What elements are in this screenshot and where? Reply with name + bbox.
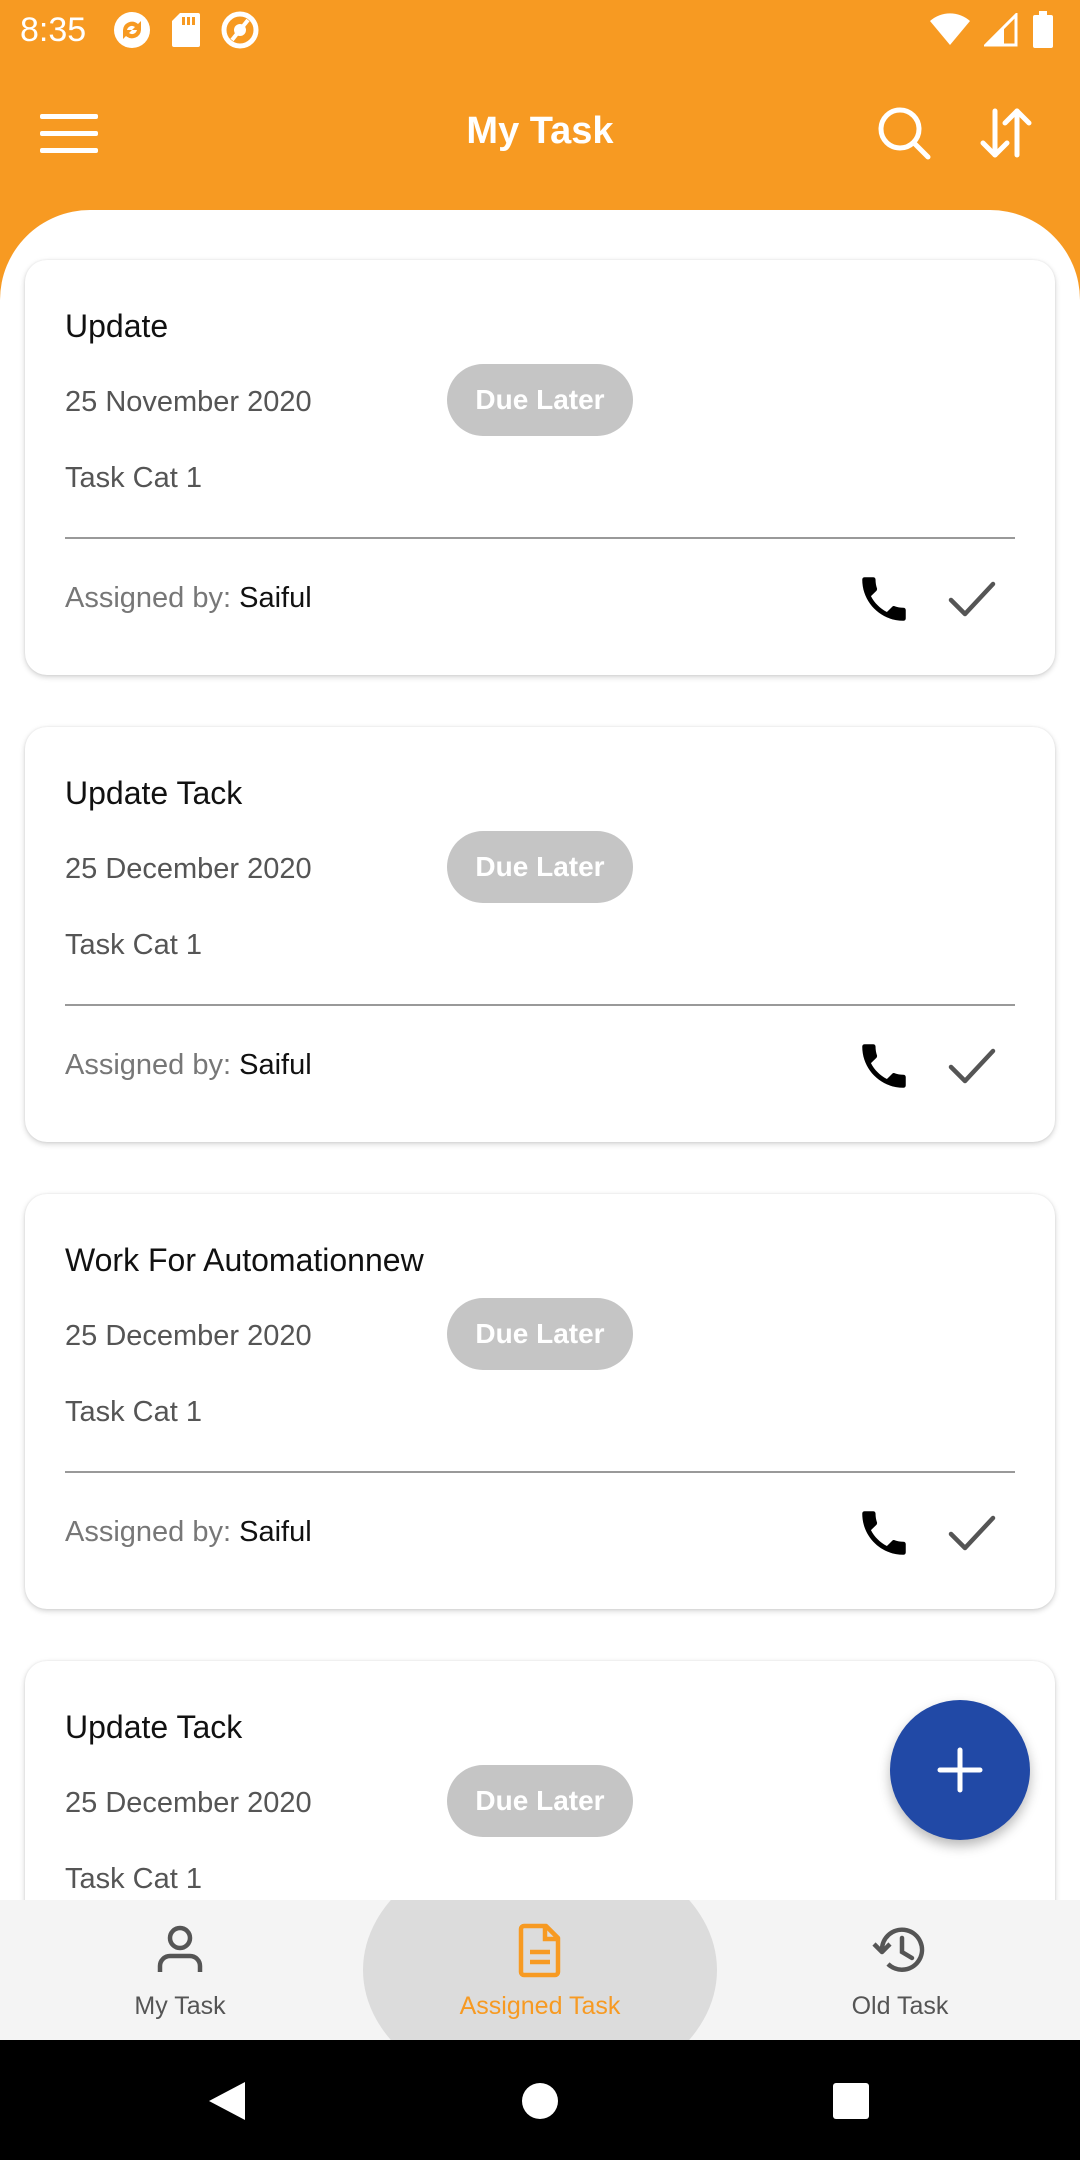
nav-item-my-task[interactable]: My Task <box>60 1900 300 2040</box>
assigned-by: Assigned by: Saiful <box>65 1049 312 1082</box>
signal-icon <box>984 13 1018 47</box>
mark-done-button[interactable] <box>943 1037 1001 1095</box>
task-category: Task Cat 1 <box>65 1396 202 1428</box>
system-navigation-bar <box>0 2040 1080 2160</box>
card-divider <box>65 1004 1015 1006</box>
sort-button[interactable] <box>978 105 1034 161</box>
task-card[interactable]: Work For Automationnew 25 December 2020 … <box>25 1194 1055 1609</box>
checkmark-icon <box>948 581 996 617</box>
status-bar: 8:35 <box>0 0 1080 60</box>
phone-icon <box>862 1511 906 1555</box>
assigned-by-name: Saiful <box>239 1516 312 1548</box>
app-bar: My Task <box>0 60 1080 210</box>
task-title: Update Tack <box>65 1709 243 1745</box>
phone-icon <box>862 577 906 621</box>
status-badge: Due Later <box>447 1765 633 1837</box>
search-icon <box>878 107 931 160</box>
at-icon <box>221 11 259 49</box>
plus-icon <box>937 1747 983 1793</box>
task-category: Task Cat 1 <box>65 1863 202 1895</box>
status-time: 8:35 <box>20 10 87 49</box>
add-task-button[interactable] <box>890 1700 1030 1840</box>
status-icons-right <box>930 11 1054 49</box>
assigned-by-label: Assigned by: <box>65 582 232 614</box>
recents-icon[interactable] <box>832 2082 870 2120</box>
task-title: Work For Automationnew <box>65 1242 424 1278</box>
document-icon <box>518 1923 561 1978</box>
sd-card-icon <box>172 13 201 47</box>
task-date: 25 November 2020 <box>65 386 312 418</box>
call-button[interactable] <box>855 570 913 628</box>
nav-label: Assigned Task <box>459 1992 621 2020</box>
task-date: 25 December 2020 <box>65 853 312 885</box>
assigned-by-label: Assigned by: <box>65 1516 232 1548</box>
battery-icon <box>1033 11 1053 48</box>
task-title: Update Tack <box>65 775 243 811</box>
task-list[interactable]: Update 25 November 2020 Due Later Task C… <box>0 210 1080 1900</box>
task-category: Task Cat 1 <box>65 462 202 494</box>
card-divider <box>65 537 1015 539</box>
assigned-by-name: Saiful <box>239 1049 312 1081</box>
nav-label: Old Task <box>851 1992 949 2020</box>
task-card[interactable]: Update 25 November 2020 Due Later Task C… <box>25 260 1055 675</box>
sort-icon <box>980 108 1032 158</box>
mark-done-button[interactable] <box>943 1504 1001 1562</box>
home-icon[interactable] <box>521 2082 559 2120</box>
assigned-by-label: Assigned by: <box>65 1049 232 1081</box>
status-badge: Due Later <box>447 831 633 903</box>
nav-label: My Task <box>134 1992 226 2020</box>
task-category: Task Cat 1 <box>65 929 202 961</box>
person-icon <box>157 1925 203 1972</box>
task-date: 25 December 2020 <box>65 1787 312 1819</box>
status-badge: Due Later <box>447 1298 633 1370</box>
checkmark-icon <box>948 1515 996 1551</box>
content-area: Update 25 November 2020 Due Later Task C… <box>0 210 1080 1900</box>
assigned-by: Assigned by: Saiful <box>65 582 312 615</box>
screen: 8:35 My Task Update 25 November 2020 Due… <box>0 0 1080 2160</box>
card-divider <box>65 1471 1015 1473</box>
status-badge: Due Later <box>447 364 633 436</box>
task-title: Update <box>65 308 169 344</box>
call-button[interactable] <box>855 1504 913 1562</box>
task-date: 25 December 2020 <box>65 1320 312 1352</box>
task-card[interactable]: Update Tack 25 December 2020 Due Later T… <box>25 727 1055 1142</box>
checkmark-icon <box>948 1048 996 1084</box>
search-button[interactable] <box>876 105 932 161</box>
assigned-by-name: Saiful <box>239 582 312 614</box>
wifi-icon <box>930 13 970 45</box>
phone-icon <box>862 1044 906 1088</box>
assigned-by: Assigned by: Saiful <box>65 1516 312 1549</box>
nav-item-old-task[interactable]: Old Task <box>780 1900 1020 2040</box>
back-icon[interactable] <box>205 2080 247 2122</box>
history-icon <box>872 1927 925 1972</box>
nav-item-assigned-task[interactable]: Assigned Task <box>420 1900 660 2040</box>
mark-done-button[interactable] <box>943 570 1001 628</box>
call-button[interactable] <box>855 1037 913 1095</box>
bottom-navigation: My Task Assigned Task Old Task <box>0 1900 1080 2040</box>
sync-icon <box>114 12 151 48</box>
status-icons-left <box>112 10 260 50</box>
